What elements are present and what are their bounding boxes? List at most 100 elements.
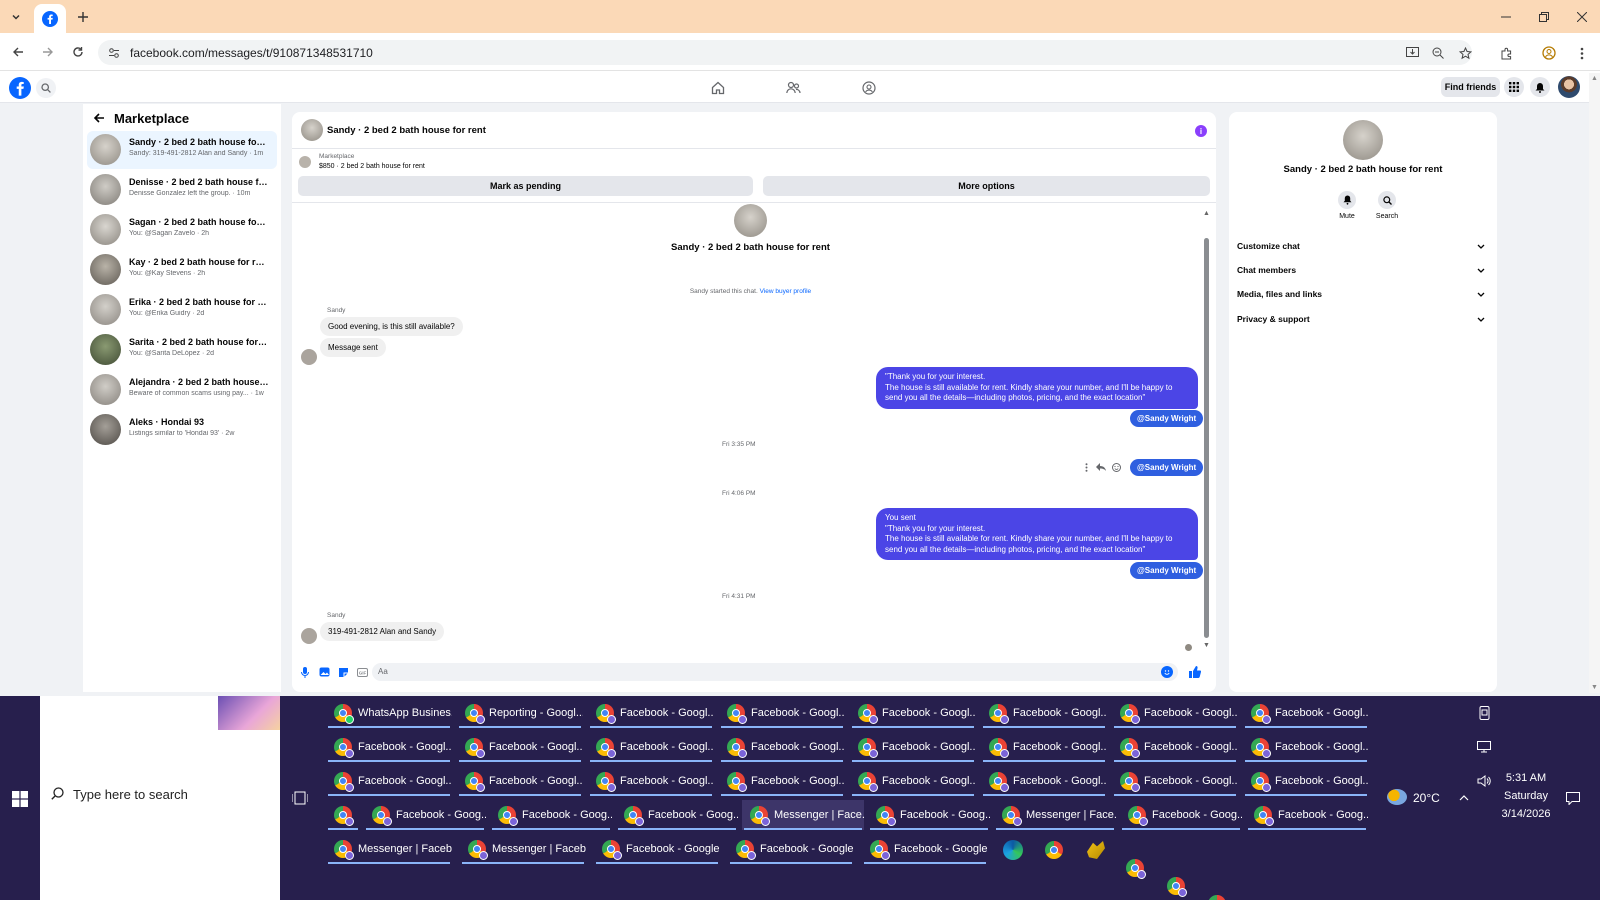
mute-label[interactable]: Mute (1325, 213, 1369, 220)
taskbar-window-button[interactable]: Facebook - Googl... (1243, 732, 1369, 762)
taskbar-window-button[interactable]: Facebook - Googl... (1112, 732, 1238, 762)
taskbar-window-button[interactable]: Facebook - Googl... (850, 698, 976, 728)
conversation-item[interactable]: Erika · 2 bed 2 bath house for rent You:… (87, 291, 277, 329)
message-incoming[interactable]: Good evening, is this still available? (320, 317, 463, 336)
sticker-icon[interactable] (337, 665, 349, 679)
like-thumb-icon[interactable] (1188, 665, 1202, 679)
taskbar-window-button[interactable]: Messenger | Faceb... (460, 834, 586, 864)
taskbar-window-button[interactable]: Facebook - Goog... (1120, 800, 1242, 830)
taskbar-window-button[interactable]: Facebook - Goog... (364, 800, 486, 830)
chat-header-title[interactable]: Sandy · 2 bed 2 bath house for rent (327, 125, 486, 136)
display-icon[interactable] (1475, 738, 1493, 756)
taskbar-window-button[interactable]: Facebook - Googl... (1112, 766, 1238, 796)
conversation-item[interactable]: Denisse · 2 bed 2 bath house for r... De… (87, 171, 277, 209)
profile-icon[interactable] (1540, 44, 1558, 62)
close-window-icon[interactable] (1572, 7, 1592, 27)
scrollbar-thumb[interactable] (1204, 238, 1209, 638)
chrome-icon[interactable] (1126, 859, 1146, 879)
site-info-icon[interactable] (106, 45, 122, 61)
reload-icon[interactable] (68, 42, 88, 62)
attach-photo-icon[interactable] (318, 665, 330, 679)
zoom-icon[interactable] (1429, 44, 1447, 62)
back-arrow-icon[interactable] (91, 110, 107, 126)
taskbar-window-button[interactable]: Facebook - Googl... (1243, 766, 1369, 796)
nav-friends-icon[interactable] (783, 78, 803, 98)
weather-icon[interactable] (1387, 789, 1407, 805)
gif-icon[interactable]: GIF (356, 665, 368, 679)
clock-day[interactable]: Saturday (1496, 790, 1556, 802)
taskbar-window-button[interactable]: Facebook - Googl... (588, 732, 714, 762)
clock-date[interactable]: 3/14/2026 (1496, 808, 1556, 820)
clock-time[interactable]: 5:31 AM (1496, 772, 1556, 784)
mention-bubble[interactable]: @Sandy Wright (1130, 410, 1204, 427)
bookmark-star-icon[interactable] (1456, 44, 1474, 62)
task-view-icon[interactable] (289, 787, 311, 809)
mention-bubble[interactable]: @Sandy Wright (1130, 459, 1204, 476)
tray-chevron-up-icon[interactable] (1457, 791, 1471, 805)
url-text[interactable]: facebook.com/messages/t/910871348531710 (130, 46, 373, 60)
taskbar-window-button[interactable]: Facebook - Googl... (981, 732, 1107, 762)
conversation-item[interactable]: Alejandra · 2 bed 2 bath house for ... B… (87, 371, 277, 409)
taskbar-window-button[interactable]: Reporting - Googl... (457, 698, 583, 728)
page-scrollbar[interactable]: ▲ ▼ (1589, 73, 1600, 693)
microphone-icon[interactable] (299, 665, 311, 679)
account-avatar[interactable] (1558, 76, 1580, 98)
taskbar-window-button[interactable]: Facebook - Googl... (719, 732, 845, 762)
reply-icon[interactable] (1095, 462, 1107, 472)
mark-as-pending-button[interactable]: Mark as pending (298, 176, 753, 196)
more-options-button[interactable]: More options (763, 176, 1210, 196)
taskbar-search-box[interactable]: Type here to search (40, 696, 280, 900)
taskbar-window-button[interactable]: Facebook - Googl... (719, 698, 845, 728)
details-name[interactable]: Sandy · 2 bed 2 bath house for rent (1229, 164, 1497, 175)
scroll-up-arrow[interactable]: ▲ (1203, 210, 1210, 220)
message-incoming[interactable]: 319-491-2812 Alan and Sandy (320, 622, 445, 641)
taskbar-window-button[interactable]: WhatsApp Busines... (326, 698, 452, 728)
weather-temperature[interactable]: 20°C (1413, 791, 1440, 805)
mention-bubble[interactable]: @Sandy Wright (1130, 562, 1204, 579)
taskbar-window-button[interactable]: Facebook - Goog... (1246, 800, 1368, 830)
taskbar-window-button[interactable]: Facebook - Google ... (594, 834, 720, 864)
nav-groups-icon[interactable] (859, 78, 879, 98)
browser-tab-facebook[interactable] (34, 4, 66, 33)
conversation-item[interactable]: Sandy · 2 bed 2 bath house for rent Sand… (87, 131, 277, 169)
avatar[interactable] (301, 119, 323, 141)
address-bar[interactable]: facebook.com/messages/t/910871348531710 (98, 40, 1472, 65)
message-incoming[interactable]: Message sent (320, 338, 386, 357)
chat-info-icon[interactable]: i (1195, 125, 1207, 137)
tab-search-chevron-icon[interactable] (6, 7, 26, 27)
mute-bell-icon[interactable] (1338, 191, 1356, 209)
facebook-logo-icon[interactable] (9, 77, 31, 99)
conversation-item[interactable]: Aleks · Hondai 93 Listings similar to 'H… (87, 411, 277, 449)
find-friends-button[interactable]: Find friends (1441, 77, 1500, 97)
conversation-item[interactable]: Kay · 2 bed 2 bath house for rent You: @… (87, 251, 277, 289)
back-arrow-icon[interactable] (8, 42, 28, 62)
message-input[interactable]: Aa (372, 663, 1178, 681)
taskbar-window-button[interactable]: Facebook - Google ... (862, 834, 988, 864)
message-more-icon[interactable] (1081, 462, 1091, 472)
taskbar-window-button[interactable]: Facebook - Googl... (588, 698, 714, 728)
forward-arrow-icon[interactable] (38, 42, 58, 62)
volume-icon[interactable] (1475, 772, 1493, 790)
taskbar-window-button[interactable]: Facebook - Googl... (1243, 698, 1369, 728)
conversation-item[interactable]: Sagan · 2 bed 2 bath house for rent You:… (87, 211, 277, 249)
listing-title[interactable]: $850 · 2 bed 2 bath house for rent (319, 163, 425, 170)
search-in-chat-icon[interactable] (1378, 191, 1396, 209)
chrome-icon[interactable] (1045, 841, 1063, 859)
details-avatar[interactable] (1343, 120, 1383, 160)
taskbar-window-button[interactable]: Facebook - Goog... (616, 800, 738, 830)
new-tab-plus-icon[interactable] (73, 7, 93, 27)
taskbar-window-button[interactable] (326, 800, 360, 830)
privacy-support-section[interactable]: Privacy & support (1237, 309, 1489, 329)
chat-members-section[interactable]: Chat members (1237, 260, 1489, 280)
install-app-icon[interactable] (1403, 44, 1421, 62)
taskbar-window-button[interactable]: Facebook - Goog... (868, 800, 990, 830)
react-smiley-icon[interactable] (1111, 462, 1121, 472)
restore-icon[interactable] (1534, 7, 1554, 27)
taskbar-window-button[interactable]: Facebook - Googl... (457, 766, 583, 796)
taskbar-window-button[interactable]: Messenger | Faceb... (326, 834, 452, 864)
notifications-bell-icon[interactable] (1530, 77, 1550, 97)
media-files-links-section[interactable]: Media, files and links (1237, 284, 1489, 304)
notification-center-icon[interactable] (1564, 789, 1582, 807)
taskbar-window-button[interactable]: Facebook - Goog... (490, 800, 612, 830)
scroll-down-arrow[interactable]: ▼ (1203, 642, 1210, 652)
